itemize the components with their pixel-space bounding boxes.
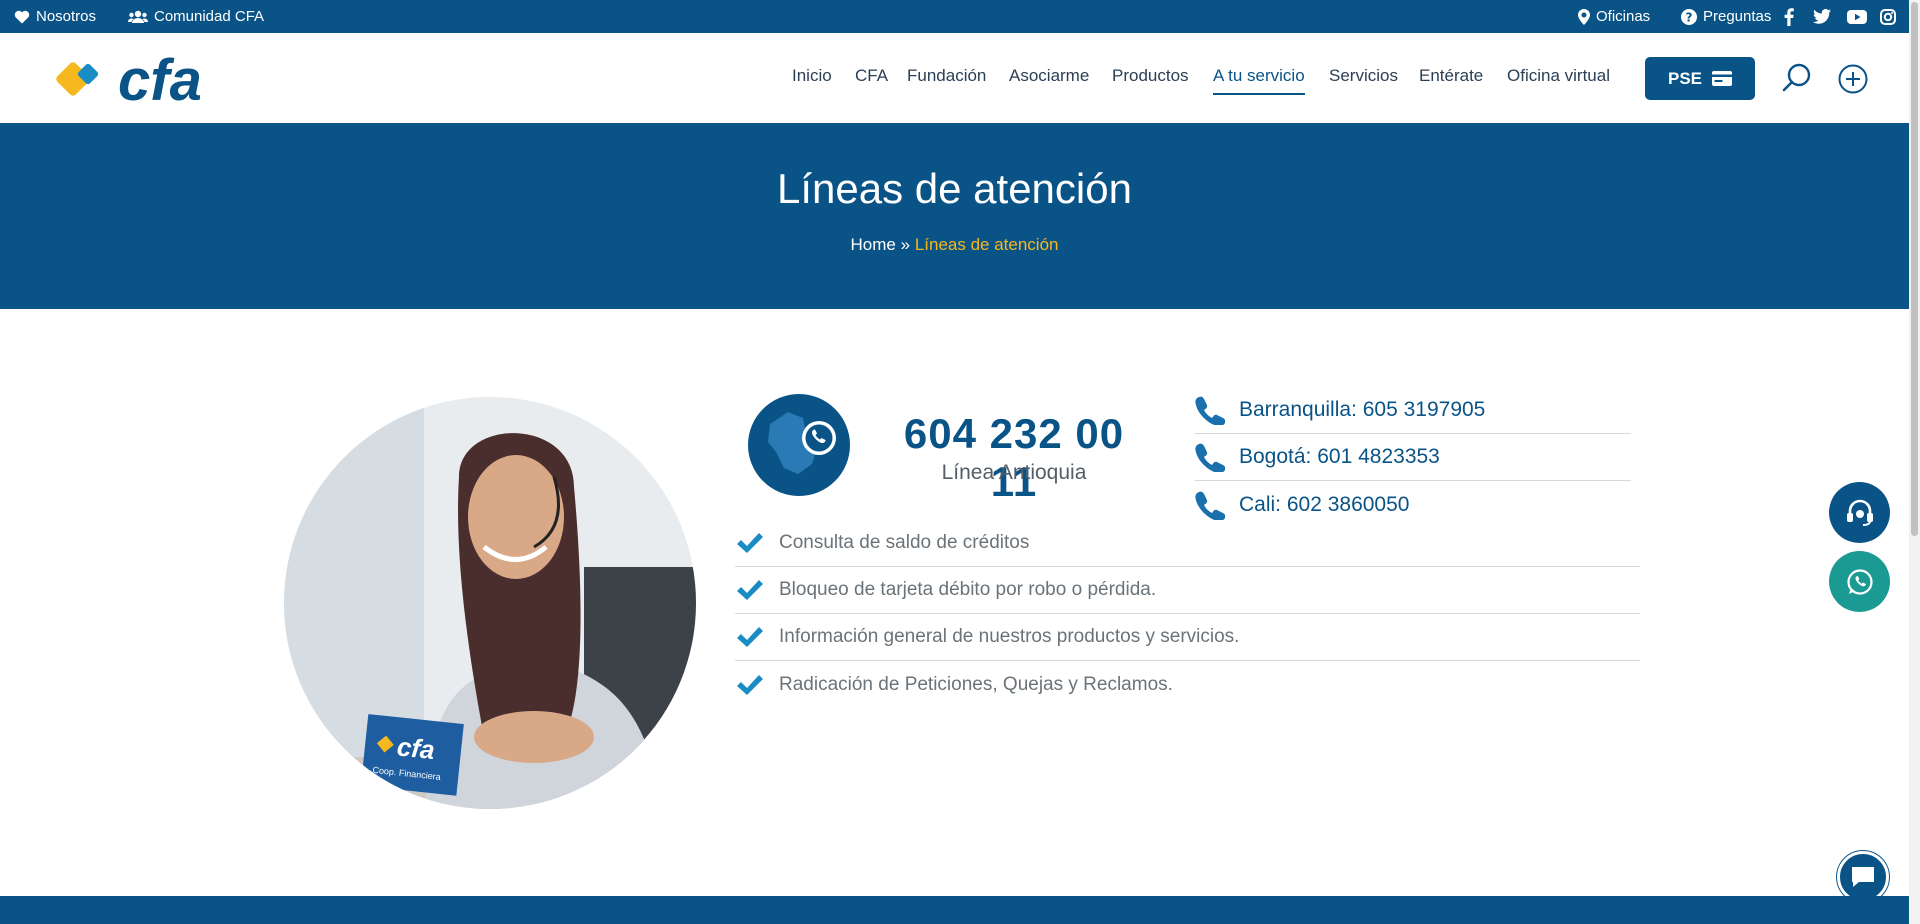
phone-icon	[1195, 491, 1225, 520]
breadcrumb-current: Líneas de atención	[914, 235, 1059, 254]
phone-icon	[1195, 443, 1225, 472]
nosotros-link[interactable]: Nosotros	[14, 0, 96, 33]
phone-icon	[1195, 396, 1225, 425]
nav-servicios[interactable]: Servicios	[1329, 66, 1398, 86]
plus-circle-icon	[1838, 64, 1868, 94]
credit-card-icon	[1712, 71, 1733, 86]
line-item-bogota: Bogotá: 601 4823353	[1195, 434, 1631, 481]
heart-icon	[14, 10, 30, 23]
search-icon	[1782, 63, 1811, 92]
list-item: Información general de nuestros producto…	[735, 614, 1640, 661]
comunidad-label: Comunidad CFA	[154, 8, 265, 25]
antioquia-map-whatsapp-icon	[748, 394, 850, 496]
oficinas-label: Oficinas	[1596, 8, 1651, 25]
checkmark-icon	[737, 533, 763, 553]
nav-inicio[interactable]: Inicio	[792, 66, 832, 86]
line-cali-label[interactable]: Cali: 602 3860050	[1239, 493, 1409, 517]
main-header: cfa Inicio CFA Fundación Asociarme Produ…	[0, 33, 1909, 123]
nav-oficina-virtual[interactable]: Oficina virtual	[1507, 66, 1610, 86]
search-button[interactable]	[1782, 63, 1812, 98]
scrollbar-thumb[interactable]	[1911, 2, 1918, 536]
nav-a-tu-servicio[interactable]: A tu servicio	[1213, 66, 1305, 95]
instagram-icon	[1880, 8, 1896, 25]
regional-lines-list: Barranquilla: 605 3197905 Bogotá: 601 48…	[1195, 387, 1631, 528]
twitter-link[interactable]	[1813, 0, 1831, 33]
line-item-barranquilla: Barranquilla: 605 3197905	[1195, 387, 1631, 434]
nav-productos[interactable]: Productos	[1112, 66, 1189, 86]
service-label: Consulta de saldo de créditos	[779, 532, 1030, 553]
breadcrumb-separator: »	[900, 235, 911, 254]
line-bogota-label[interactable]: Bogotá: 601 4823353	[1239, 445, 1440, 469]
page-title: Líneas de atención	[777, 165, 1132, 212]
whatsapp-button[interactable]	[1829, 551, 1890, 612]
page-hero: Líneas de atención Home » Líneas de aten…	[0, 123, 1909, 309]
preguntas-label: Preguntas	[1703, 8, 1772, 25]
antioquia-line-label: Línea Antioquia	[941, 461, 1087, 484]
nav-enterate[interactable]: Entérate	[1419, 66, 1483, 86]
checkmark-icon	[737, 674, 763, 695]
agent-photo: cfa Coop. Financiera	[284, 397, 696, 809]
nav-asociarme[interactable]: Asociarme	[1009, 66, 1089, 86]
nav-cfa[interactable]: CFA	[855, 66, 888, 86]
footer-top-band	[0, 896, 1909, 924]
instagram-link[interactable]	[1880, 0, 1896, 33]
line-barranquilla-label[interactable]: Barranquilla: 605 3197905	[1239, 398, 1485, 422]
antioquia-phone-number[interactable]: 604 232 00 11	[884, 410, 1144, 506]
support-agent-button[interactable]	[1829, 482, 1890, 543]
cfa-logo[interactable]: cfa	[56, 48, 216, 113]
facebook-icon	[1784, 7, 1794, 26]
service-label: Radicación de Peticiones, Quejas y Recla…	[779, 673, 1173, 695]
preguntas-link[interactable]: ? Preguntas	[1681, 0, 1771, 33]
service-label: Información general de nuestros producto…	[779, 626, 1240, 647]
list-item: Radicación de Peticiones, Quejas y Recla…	[735, 661, 1640, 708]
facebook-link[interactable]	[1784, 0, 1794, 33]
headset-icon	[1846, 499, 1873, 526]
pse-label: PSE	[1667, 68, 1703, 88]
youtube-link[interactable]	[1847, 0, 1867, 33]
location-pin-icon	[1578, 8, 1590, 25]
desk-card-brand: cfa	[396, 731, 437, 765]
breadcrumb-home[interactable]: Home	[851, 235, 896, 254]
expand-menu-button[interactable]	[1838, 64, 1868, 99]
question-circle-icon: ?	[1681, 8, 1697, 25]
logo-text: cfa	[118, 48, 202, 108]
breadcrumb: Home » Líneas de atención	[0, 235, 1909, 255]
chat-bubble-icon	[1852, 867, 1874, 887]
checkmark-icon	[737, 580, 763, 600]
checkmark-icon	[737, 627, 763, 647]
youtube-icon	[1847, 9, 1867, 24]
twitter-icon	[1813, 9, 1831, 24]
pse-button[interactable]: PSE	[1645, 57, 1755, 100]
page-scrollbar[interactable]	[1909, 0, 1920, 924]
comunidad-link[interactable]: Comunidad CFA	[128, 0, 264, 33]
users-icon	[128, 10, 148, 23]
svg-text:?: ?	[1686, 10, 1693, 24]
service-label: Bloqueo de tarjeta débito por robo o pér…	[779, 579, 1157, 600]
nav-fundacion[interactable]: Fundación	[907, 66, 986, 86]
list-item: Consulta de saldo de créditos	[735, 520, 1640, 567]
services-checklist: Consulta de saldo de créditos Bloqueo de…	[735, 520, 1640, 708]
whatsapp-icon	[1846, 568, 1873, 595]
nosotros-label: Nosotros	[36, 8, 97, 25]
top-bar: Nosotros Comunidad CFA Oficinas ? Pregun…	[0, 0, 1909, 33]
oficinas-link[interactable]: Oficinas	[1578, 0, 1650, 33]
list-item: Bloqueo de tarjeta débito por robo o pér…	[735, 567, 1640, 614]
